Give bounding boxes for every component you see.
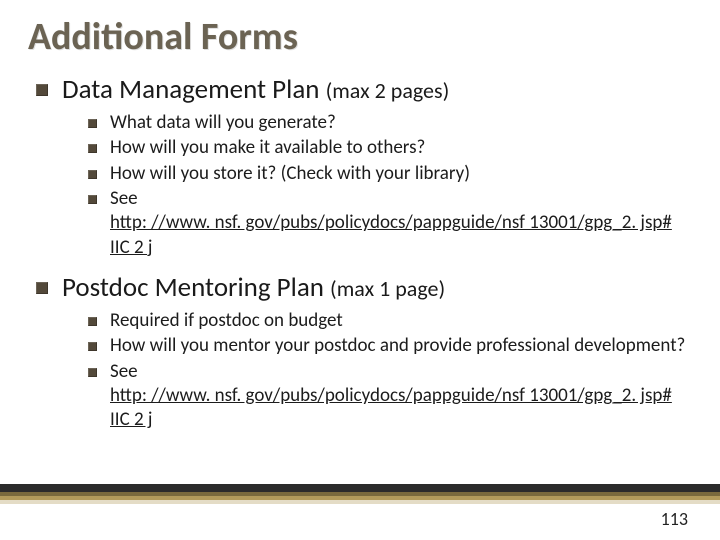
list-item: How will you mentor your postdoc and pro… bbox=[88, 334, 692, 358]
slide: Additional Forms Data Management Plan (m… bbox=[0, 0, 720, 540]
content-list: Data Management Plan (max 2 pages) What … bbox=[28, 72, 692, 433]
list-item: Required if postdoc on budget bbox=[88, 309, 692, 333]
section-heading-note: (max 1 page) bbox=[330, 275, 445, 302]
section-items: Required if postdoc on budget How will y… bbox=[62, 309, 692, 433]
section-data-management: Data Management Plan (max 2 pages) What … bbox=[36, 72, 692, 260]
nsf-link[interactable]: http: //www. nsf. gov/pubs/policydocs/pa… bbox=[110, 211, 672, 234]
section-heading-note: (max 2 pages) bbox=[326, 77, 450, 104]
section-heading-text: Data Management Plan bbox=[62, 73, 319, 106]
section-postdoc-mentoring: Postdoc Mentoring Plan (max 1 page) Requ… bbox=[36, 270, 692, 433]
item-text: How will you store it? (Check with your … bbox=[110, 162, 470, 185]
item-text: See bbox=[110, 187, 138, 210]
item-text: How will you make it available to others… bbox=[110, 136, 425, 159]
section-heading: Postdoc Mentoring Plan (max 1 page) bbox=[62, 270, 692, 305]
nsf-link[interactable]: IIC 2 j bbox=[110, 408, 152, 431]
slide-title: Additional Forms bbox=[28, 18, 692, 58]
page-number: 113 bbox=[661, 508, 688, 530]
list-item: How will you store it? (Check with your … bbox=[88, 162, 692, 186]
section-heading: Data Management Plan (max 2 pages) bbox=[62, 72, 692, 107]
item-text: See bbox=[110, 360, 138, 383]
nsf-link[interactable]: http: //www. nsf. gov/pubs/policydocs/pa… bbox=[110, 384, 672, 407]
list-item: How will you make it available to others… bbox=[88, 136, 692, 160]
footer-accent-bar bbox=[0, 484, 720, 504]
section-items: What data will you generate? How will yo… bbox=[62, 111, 692, 260]
list-item: See http: //www. nsf. gov/pubs/policydoc… bbox=[88, 360, 692, 433]
list-item: See http: //www. nsf. gov/pubs/policydoc… bbox=[88, 187, 692, 260]
item-text: How will you mentor your postdoc and pro… bbox=[110, 334, 685, 357]
item-text: What data will you generate? bbox=[110, 111, 336, 134]
nsf-link[interactable]: IIC 2 j bbox=[110, 236, 152, 259]
list-item: What data will you generate? bbox=[88, 111, 692, 135]
item-text: Required if postdoc on budget bbox=[110, 309, 343, 332]
section-heading-text: Postdoc Mentoring Plan bbox=[62, 271, 324, 304]
